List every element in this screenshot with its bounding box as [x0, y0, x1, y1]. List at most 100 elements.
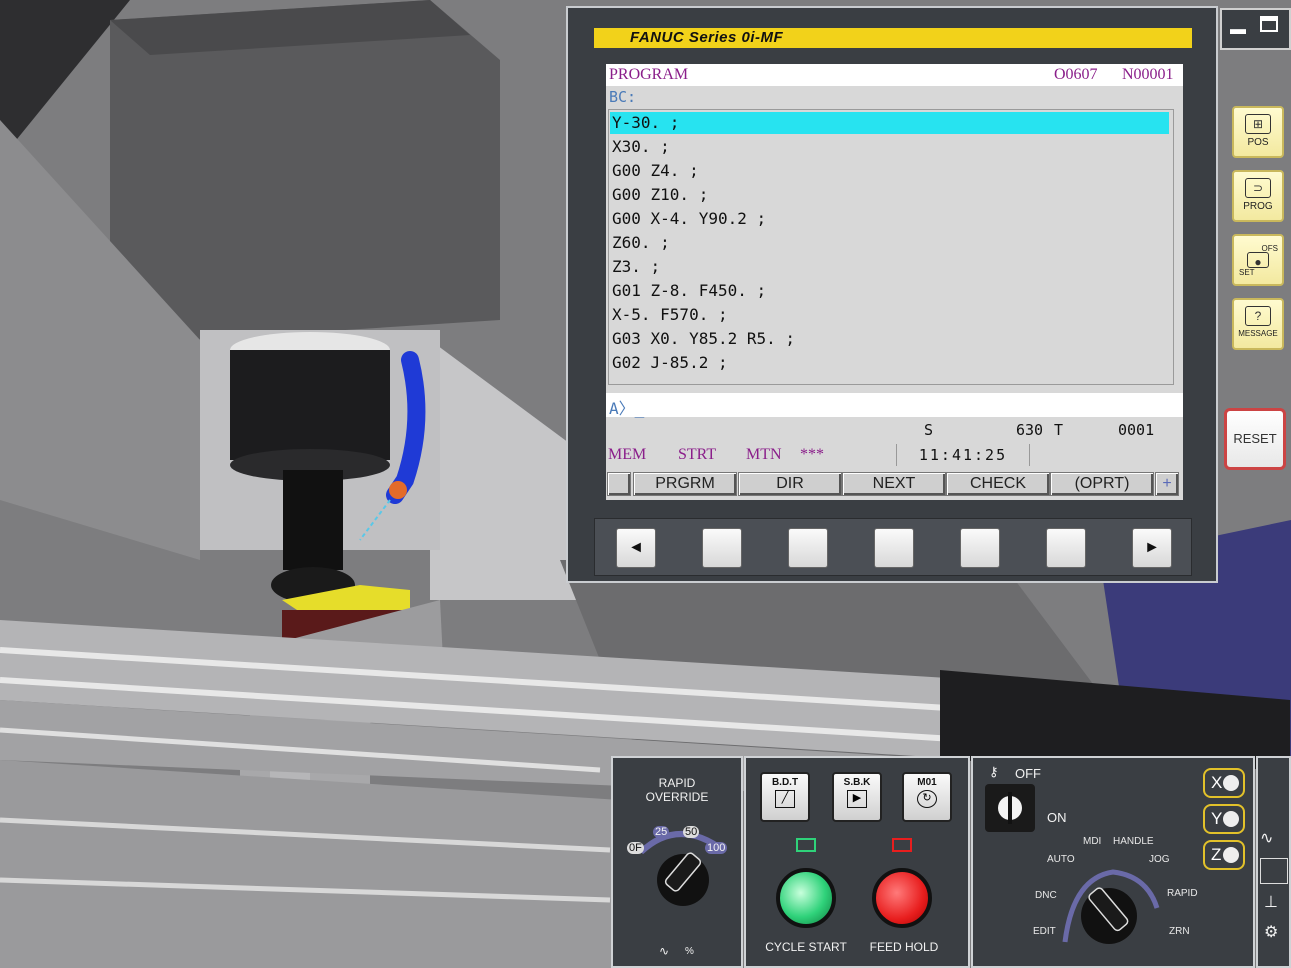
softkey-button-3[interactable] — [874, 528, 914, 568]
softkey-plus[interactable]: + — [1155, 472, 1179, 496]
bdt-button[interactable]: B.D.T ╱ — [760, 772, 810, 822]
program-line-selected[interactable]: Y-30. ; — [610, 112, 1169, 134]
softkey-button-2[interactable] — [788, 528, 828, 568]
status-run: STRT — [678, 446, 717, 463]
program-line[interactable]: G00 Z4. ; — [612, 160, 699, 182]
program-line[interactable]: G03 X0. Y85.2 R5. ; — [612, 328, 795, 350]
prog-key-label: PROG — [1243, 201, 1273, 212]
next-page-button[interactable]: ► — [1132, 528, 1172, 568]
offset-icon: ● — [1247, 252, 1269, 269]
m01-icon: ↻ — [917, 790, 937, 808]
offset-setting-key[interactable]: OFS ● SET — [1232, 234, 1284, 286]
feed-hold-button[interactable] — [872, 868, 932, 928]
m01-button[interactable]: M01 ↻ — [902, 772, 952, 822]
window-controls: ▬ — [1220, 8, 1291, 50]
spindle-tool-row: S 630 T 0001 — [606, 421, 1183, 443]
program-line[interactable]: Z3. ; — [612, 256, 660, 278]
rapid-override-label: RAPID OVERRIDE — [645, 776, 709, 804]
softkey-prgrm[interactable]: PRGRM — [633, 472, 737, 496]
program-line[interactable]: G00 Z10. ; — [612, 184, 708, 206]
message-key[interactable]: ? MESSAGE — [1232, 298, 1284, 350]
pos-icon: ⊞ — [1245, 114, 1271, 134]
spindle-label: S — [924, 421, 934, 439]
rapid-wave-icon: ∿ — [659, 944, 670, 958]
key-input-line[interactable]: A〉_ — [606, 393, 1183, 418]
tool-label: T — [1054, 421, 1064, 439]
program-protect-key[interactable] — [985, 784, 1035, 832]
feed-hold-lamp — [892, 838, 912, 852]
mode-zrn[interactable]: ZRN — [1169, 926, 1190, 937]
sequence-number: N00001 — [1122, 66, 1174, 83]
program-line[interactable]: Z60. ; — [612, 232, 670, 254]
sbk-icon: ▶ — [847, 790, 867, 808]
m01-label: M01 — [917, 777, 937, 788]
softkey-oprt[interactable]: (OPRT) — [1050, 472, 1154, 496]
program-line[interactable]: X30. ; — [612, 136, 670, 158]
softkey-button-1[interactable] — [702, 528, 742, 568]
axis-z-button[interactable]: Z — [1203, 840, 1245, 870]
message-key-label: MESSAGE — [1238, 329, 1278, 338]
axis-z-label: Z — [1211, 845, 1222, 864]
softkey-button-5[interactable] — [1046, 528, 1086, 568]
axis-y-label: Y — [1211, 809, 1223, 828]
control-title-bar: FANUC Series 0i-MF — [594, 28, 1192, 48]
program-listing[interactable]: Y-30. ; X30. ; G00 Z4. ; G00 Z10. ; G00 … — [608, 109, 1174, 385]
status-row: MEM STRT MTN *** 11:41:25 — [606, 444, 1183, 468]
prog-key[interactable]: ⊃ PROG — [1232, 170, 1284, 222]
minimize-icon[interactable]: ▬ — [1228, 20, 1248, 40]
maximize-icon[interactable] — [1260, 16, 1278, 32]
rapid-100[interactable]: 100 — [705, 842, 728, 854]
axis-y-indicator-icon — [1223, 811, 1239, 827]
mode-rapid[interactable]: RAPID — [1167, 888, 1198, 899]
status-motion: MTN — [746, 446, 782, 463]
status-mode: MEM — [608, 446, 647, 463]
axis-x-button[interactable]: X — [1203, 768, 1245, 798]
rapid-25[interactable]: 25 — [653, 826, 670, 838]
rapid-view-icon[interactable] — [1260, 858, 1288, 884]
softkey-button-4[interactable] — [960, 528, 1000, 568]
axis-x-label: X — [1211, 773, 1223, 792]
program-line[interactable]: G00 X-4. Y90.2 ; — [612, 208, 766, 230]
mode-handle[interactable]: HANDLE — [1113, 836, 1154, 847]
key-on-label: ON — [1047, 810, 1067, 825]
prog-icon: ⊃ — [1245, 178, 1271, 198]
sbk-button[interactable]: S.B.K ▶ — [832, 772, 882, 822]
gear-icon[interactable]: ⚙ — [1264, 922, 1278, 942]
axis-y-button[interactable]: Y — [1203, 804, 1245, 834]
mode-mdi[interactable]: MDI — [1083, 836, 1101, 847]
cycle-control-panel: B.D.T ╱ S.B.K ▶ M01 ↻ CYCLE START FEED H… — [744, 756, 970, 968]
axis-z-indicator-icon — [1223, 847, 1239, 863]
ofs-label: OFS — [1261, 244, 1278, 253]
wave-view-icon[interactable]: ∿ — [1260, 828, 1273, 848]
program-number: O0607 — [1054, 66, 1098, 83]
rapid-50[interactable]: 50 — [683, 826, 700, 838]
rapid-0f[interactable]: 0F — [627, 842, 644, 854]
tool-number: 0001 — [1118, 421, 1155, 439]
softkey-dir[interactable]: DIR — [738, 472, 842, 496]
softkey-check[interactable]: CHECK — [946, 472, 1050, 496]
cycle-start-button[interactable] — [776, 868, 836, 928]
sbk-label: S.B.K — [843, 777, 871, 788]
softkey-next[interactable]: NEXT — [842, 472, 946, 496]
screen-header: PROGRAM O0607 N00001 — [606, 64, 1183, 86]
axis-x-indicator-icon — [1223, 775, 1239, 791]
softkey-row: PRGRM DIR NEXT CHECK (OPRT) + — [606, 470, 1183, 498]
mode-select-dial[interactable] — [1053, 858, 1163, 968]
rapid-override-dial[interactable] — [623, 822, 733, 932]
cycle-start-lamp — [796, 838, 816, 852]
rapid-percent-label: % — [685, 946, 694, 957]
program-line[interactable]: G02 J-85.2 ; — [612, 352, 728, 374]
pos-key-label: POS — [1247, 137, 1269, 148]
program-line[interactable]: X-5. F570. ; — [612, 304, 728, 326]
program-line[interactable]: G01 Z-8. F450. ; — [612, 280, 766, 302]
prev-page-button[interactable]: ◄ — [616, 528, 656, 568]
mode-select-panel: ⚷ OFF ON MDI HANDLE AUTO JOG DNC RAPID E… — [971, 756, 1255, 968]
bdt-label: B.D.T — [771, 777, 799, 788]
cycle-start-label: CYCLE START — [765, 940, 847, 954]
reset-key[interactable]: RESET — [1224, 408, 1286, 470]
pos-key[interactable]: ⊞ POS — [1232, 106, 1284, 158]
ground-icon[interactable]: ⊥ — [1264, 892, 1278, 912]
softkey-return[interactable] — [607, 472, 631, 496]
program-screen: PROGRAM O0607 N00001 BC: Y-30. ; X30. ; … — [606, 64, 1183, 500]
control-title: FANUC Series 0i-MF — [630, 29, 784, 46]
